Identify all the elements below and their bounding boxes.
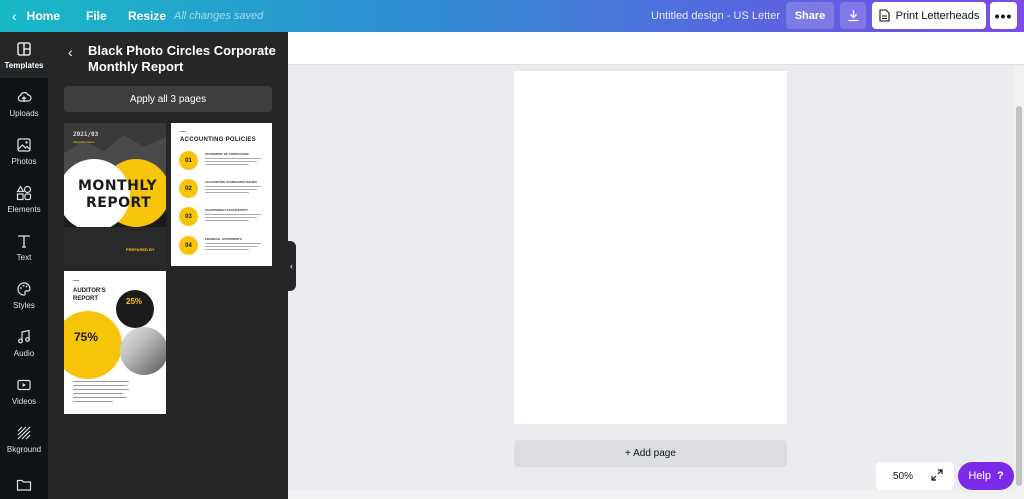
stat-circle-dark: 25% xyxy=(116,290,154,328)
vertical-scrollbar[interactable] xyxy=(1014,66,1024,499)
save-status: All changes saved xyxy=(174,10,264,22)
collapse-panel-button[interactable]: ‹ xyxy=(287,241,296,291)
cover-prepared-by: PREPARED BY xyxy=(126,247,155,252)
templates-panel: ‹ Black Photo Circles Corporate Monthly … xyxy=(48,32,288,499)
divider xyxy=(180,131,186,132)
download-button[interactable] xyxy=(840,2,866,29)
side-rail: Templates Uploads Photos Elements Text S… xyxy=(0,32,48,499)
horizontal-scrollbar[interactable] xyxy=(288,490,1014,499)
chevron-left-icon: ‹ xyxy=(12,8,17,24)
help-button[interactable]: Help ? xyxy=(958,462,1014,490)
folder-icon xyxy=(16,479,32,491)
building-photo xyxy=(120,327,166,375)
rail-item-folder[interactable] xyxy=(0,464,48,499)
share-button[interactable]: Share xyxy=(786,2,834,29)
policies-heading: ACCOUNTING POLICIES xyxy=(180,137,257,143)
rail-item-elements[interactable]: Elements xyxy=(0,176,48,222)
list-item: 04 FINANCIAL STATEMENTS xyxy=(179,236,269,256)
file-menu-button[interactable]: File xyxy=(86,0,107,32)
back-chevron-icon[interactable]: ‹ xyxy=(68,44,73,60)
print-label: Print Letterheads xyxy=(895,9,980,22)
print-letterheads-button[interactable]: Print Letterheads xyxy=(872,2,986,29)
divider xyxy=(73,280,79,281)
auditor-title: AUDITOR'S REPORT xyxy=(73,288,106,302)
rail-item-templates[interactable]: Templates xyxy=(0,32,48,78)
home-label: Home xyxy=(26,9,61,23)
list-item: 03 CHARTERED ACCOUNTANTS xyxy=(179,207,269,227)
rail-item-uploads[interactable]: Uploads xyxy=(0,80,48,126)
templates-icon xyxy=(17,41,31,56)
add-page-button[interactable]: + Add page xyxy=(514,440,787,467)
list-item: 01 STATEMENT OF COMPLIANCE xyxy=(179,151,269,171)
palette-icon xyxy=(17,281,31,296)
home-button[interactable]: ‹ Home xyxy=(12,0,60,32)
zoom-level[interactable]: 50% xyxy=(893,471,913,482)
text-icon xyxy=(18,234,30,248)
more-options-button[interactable]: ••• xyxy=(990,2,1017,29)
template-title: Black Photo Circles Corporate Monthly Re… xyxy=(88,43,276,74)
download-icon xyxy=(848,10,858,22)
resize-button[interactable]: Resize xyxy=(128,0,166,32)
rail-item-audio[interactable]: Audio xyxy=(0,320,48,366)
rail-item-photos[interactable]: Photos xyxy=(0,128,48,174)
photo-icon xyxy=(17,137,31,152)
top-bar: ‹ Home File Resize All changes saved Unt… xyxy=(0,0,1024,32)
cover-date: 2021/03 xyxy=(73,131,99,138)
elements-icon xyxy=(16,184,32,200)
rail-item-videos[interactable]: Videos xyxy=(0,368,48,414)
upload-icon xyxy=(17,91,32,102)
apply-all-pages-button[interactable]: Apply all 3 pages xyxy=(64,86,272,112)
template-page-thumbnail-3[interactable]: AUDITOR'S REPORT 25% 75% xyxy=(64,271,166,414)
rail-item-background[interactable]: Bkground xyxy=(0,416,48,462)
cover-title: MONTHLY REPORT xyxy=(78,178,158,211)
background-icon xyxy=(17,426,31,439)
template-page-thumbnail-2[interactable]: ACCOUNTING POLICIES 01 STATEMENT OF COMP… xyxy=(171,123,272,266)
design-title[interactable]: Untitled design - US Letter xyxy=(651,0,780,32)
stat-circle-yellow: 75% xyxy=(64,311,122,379)
help-label: Help xyxy=(968,470,991,482)
rail-item-styles[interactable]: Styles xyxy=(0,272,48,318)
rail-item-text[interactable]: Text xyxy=(0,224,48,270)
template-page-thumbnail-1[interactable]: 2021/03 Magazine Name MONTHLY REPORT PRE… xyxy=(64,123,166,266)
question-mark-icon: ? xyxy=(996,470,1004,482)
document-icon xyxy=(879,9,890,22)
design-page[interactable] xyxy=(514,71,787,424)
video-icon xyxy=(17,379,31,390)
music-icon xyxy=(18,329,30,343)
fullscreen-icon[interactable] xyxy=(930,468,944,482)
cover-subtitle: Magazine Name xyxy=(73,140,95,144)
zoom-control[interactable]: 50% xyxy=(876,462,954,490)
list-item: 02 ACCOUNTING STANDARDS ISSUED xyxy=(179,179,269,199)
editor-toolbar xyxy=(288,32,1024,65)
scrollbar-thumb[interactable] xyxy=(1016,106,1022,486)
